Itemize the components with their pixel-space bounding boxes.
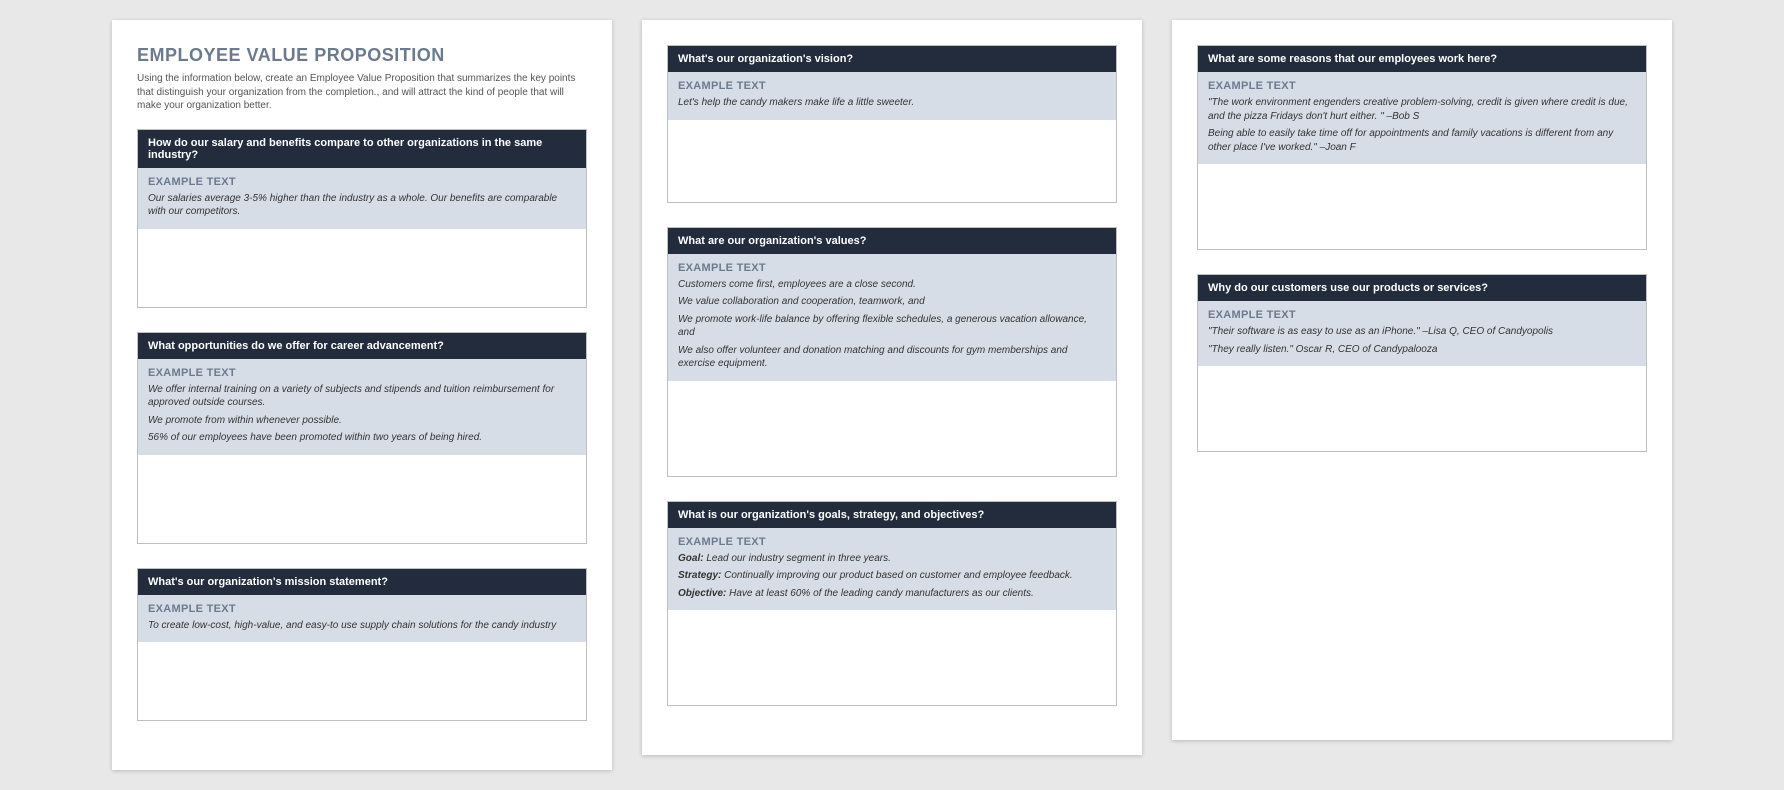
input-area[interactable]	[138, 455, 586, 543]
section-goals: What is our organization's goals, strate…	[667, 501, 1117, 707]
example-block: EXAMPLE TEXT Our salaries average 3-5% h…	[138, 168, 586, 229]
example-line: Objective: Have at least 60% of the lead…	[678, 587, 1106, 601]
example-label: EXAMPLE TEXT	[148, 367, 576, 379]
example-line: We promote work-life balance by offering…	[678, 313, 1106, 340]
kv-label: Objective:	[678, 588, 726, 599]
input-area[interactable]	[138, 642, 586, 720]
page-3: What are some reasons that our employees…	[1172, 20, 1672, 740]
example-label: EXAMPLE TEXT	[678, 262, 1106, 274]
example-line: We promote from within whenever possible…	[148, 414, 576, 428]
example-label: EXAMPLE TEXT	[1208, 309, 1636, 321]
section-customers: Why do our customers use our products or…	[1197, 274, 1647, 452]
example-block: EXAMPLE TEXT Customers come first, emplo…	[668, 254, 1116, 381]
example-line: "The work environment engenders creative…	[1208, 96, 1636, 123]
example-block: EXAMPLE TEXT Let's help the candy makers…	[668, 72, 1116, 120]
example-label: EXAMPLE TEXT	[1208, 80, 1636, 92]
example-label: EXAMPLE TEXT	[678, 80, 1106, 92]
input-area[interactable]	[668, 610, 1116, 705]
example-label: EXAMPLE TEXT	[148, 176, 576, 188]
example-line: Strategy: Continually improving our prod…	[678, 569, 1106, 583]
section-heading: What opportunities do we offer for caree…	[138, 333, 586, 359]
section-career: What opportunities do we offer for caree…	[137, 332, 587, 544]
example-line: We also offer volunteer and donation mat…	[678, 344, 1106, 371]
kv-text: Have at least 60% of the leading candy m…	[726, 588, 1033, 599]
example-line: To create low-cost, high-value, and easy…	[148, 619, 576, 633]
input-area[interactable]	[668, 120, 1116, 202]
example-line: Our salaries average 3-5% higher than th…	[148, 192, 576, 219]
example-block: EXAMPLE TEXT We offer internal training …	[138, 359, 586, 455]
example-block: EXAMPLE TEXT "Their software is as easy …	[1198, 301, 1646, 366]
example-line: Let's help the candy makers make life a …	[678, 96, 1106, 110]
input-area[interactable]	[1198, 366, 1646, 451]
example-line: Being able to easily take time off for a…	[1208, 127, 1636, 154]
section-heading: What's our organization's vision?	[668, 46, 1116, 72]
section-values: What are our organization's values? EXAM…	[667, 227, 1117, 477]
kv-text: Lead our industry segment in three years…	[704, 553, 891, 564]
example-line: "Their software is as easy to use as an …	[1208, 325, 1636, 339]
example-block: EXAMPLE TEXT Goal: Lead our industry seg…	[668, 528, 1116, 611]
example-block: EXAMPLE TEXT To create low-cost, high-va…	[138, 595, 586, 643]
input-area[interactable]	[138, 229, 586, 307]
section-salary: How do our salary and benefits compare t…	[137, 129, 587, 308]
section-heading: How do our salary and benefits compare t…	[138, 130, 586, 168]
section-heading: Why do our customers use our products or…	[1198, 275, 1646, 301]
section-heading: What is our organization's goals, strate…	[668, 502, 1116, 528]
section-heading: What's our organization's mission statem…	[138, 569, 586, 595]
example-block: EXAMPLE TEXT "The work environment engen…	[1198, 72, 1646, 164]
kv-label: Goal:	[678, 553, 704, 564]
section-vision: What's our organization's vision? EXAMPL…	[667, 45, 1117, 203]
example-line: Customers come first, employees are a cl…	[678, 278, 1106, 292]
example-label: EXAMPLE TEXT	[148, 603, 576, 615]
example-label: EXAMPLE TEXT	[678, 536, 1106, 548]
page-1: EMPLOYEE VALUE PROPOSITION Using the inf…	[112, 20, 612, 770]
intro-text: Using the information below, create an E…	[137, 72, 587, 113]
section-heading: What are some reasons that our employees…	[1198, 46, 1646, 72]
example-line: We value collaboration and cooperation, …	[678, 295, 1106, 309]
example-line: "They really listen." Oscar R, CEO of Ca…	[1208, 343, 1636, 357]
section-heading: What are our organization's values?	[668, 228, 1116, 254]
kv-text: Continually improving our product based …	[721, 570, 1072, 581]
section-mission: What's our organization's mission statem…	[137, 568, 587, 722]
input-area[interactable]	[1198, 164, 1646, 249]
example-line: 56% of our employees have been promoted …	[148, 431, 576, 445]
example-line: We offer internal training on a variety …	[148, 383, 576, 410]
input-area[interactable]	[668, 381, 1116, 476]
section-reasons: What are some reasons that our employees…	[1197, 45, 1647, 250]
page-title: EMPLOYEE VALUE PROPOSITION	[137, 45, 587, 66]
example-line: Goal: Lead our industry segment in three…	[678, 552, 1106, 566]
kv-label: Strategy:	[678, 570, 721, 581]
page-2: What's our organization's vision? EXAMPL…	[642, 20, 1142, 755]
document-workspace: EMPLOYEE VALUE PROPOSITION Using the inf…	[0, 0, 1784, 790]
